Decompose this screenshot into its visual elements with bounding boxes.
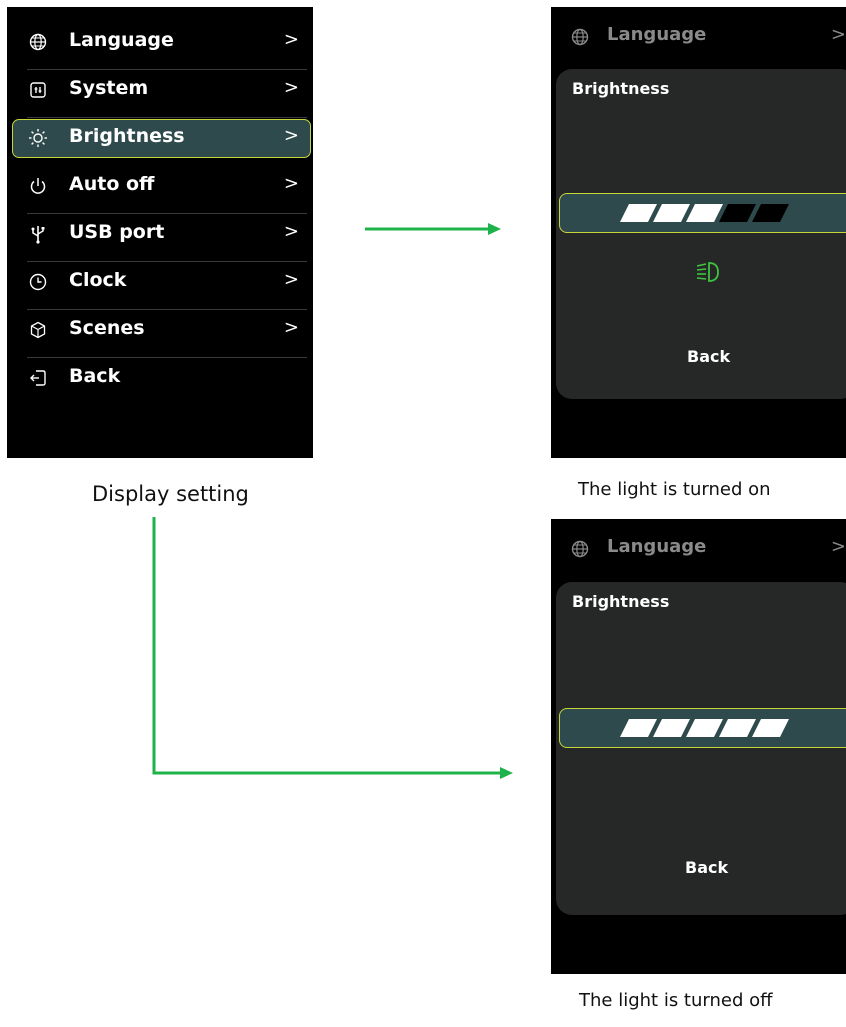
arrow-to-light-on [365,223,501,235]
arrow-to-light-off [152,517,513,779]
flow-arrows [152,223,513,779]
